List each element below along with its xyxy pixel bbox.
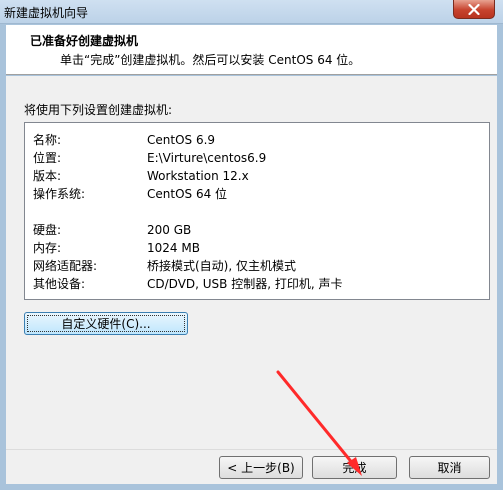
- wizard-header: 已准备好创建虚拟机 单击“完成”创建虚拟机。然后可以安装 CentOS 64 位…: [6, 25, 497, 75]
- setting-row-memory: 内存: 1024 MB: [33, 239, 483, 257]
- setting-label: 位置:: [33, 151, 62, 165]
- setting-value: CentOS 64 位: [147, 187, 228, 201]
- customize-hardware-button[interactable]: 自定义硬件(C)...: [24, 312, 188, 335]
- setting-label: 版本:: [33, 169, 62, 183]
- settings-summary: 名称: CentOS 6.9 位置: E:\Virture\centos6.9 …: [24, 122, 490, 300]
- setting-value: E:\Virture\centos6.9: [147, 151, 267, 165]
- setting-value: 1024 MB: [147, 241, 200, 255]
- page-title: 已准备好创建虚拟机: [30, 34, 139, 48]
- cancel-button[interactable]: 取消: [409, 456, 490, 479]
- wizard-footer: < 上一步(B) 完成 取消: [6, 449, 497, 484]
- setting-row-version: 版本: Workstation 12.x: [33, 167, 483, 185]
- setting-label: 内存:: [33, 241, 62, 255]
- close-icon: [468, 3, 480, 15]
- setting-row-name: 名称: CentOS 6.9: [33, 131, 483, 149]
- setting-row-location: 位置: E:\Virture\centos6.9: [33, 149, 483, 167]
- finish-label: 完成: [342, 461, 367, 475]
- setting-label: 网络适配器:: [33, 259, 98, 273]
- setting-value: 桥接模式(自动), 仅主机模式: [147, 259, 296, 273]
- setting-row-os: 操作系统: CentOS 64 位: [33, 185, 483, 203]
- title-bar: 新建虚拟机向导: [0, 0, 503, 24]
- setting-label: 硬盘:: [33, 223, 62, 237]
- page-subtitle: 单击“完成”创建虚拟机。然后可以安装 CentOS 64 位。: [60, 53, 361, 67]
- setting-value: 200 GB: [147, 223, 192, 237]
- cancel-label: 取消: [437, 461, 462, 475]
- setting-label: 名称:: [33, 133, 62, 147]
- finish-button[interactable]: 完成: [312, 456, 397, 479]
- back-label: < 上一步(B): [227, 461, 295, 475]
- setting-label: 操作系统:: [33, 187, 86, 201]
- setting-label: 其他设备:: [33, 277, 86, 291]
- setting-row-devices: 其他设备: CD/DVD, USB 控制器, 打印机, 声卡: [33, 275, 483, 293]
- setting-value: CentOS 6.9: [147, 133, 216, 147]
- back-button[interactable]: < 上一步(B): [219, 456, 303, 479]
- focus-ring: [27, 315, 185, 332]
- setting-row-disk: 硬盘: 200 GB: [33, 221, 483, 239]
- wizard-content: 将使用下列设置创建虚拟机: 名称: CentOS 6.9 位置: E:\Virt…: [6, 76, 497, 449]
- setting-value: CD/DVD, USB 控制器, 打印机, 声卡: [147, 277, 343, 291]
- window-title: 新建虚拟机向导: [4, 6, 89, 20]
- close-button[interactable]: [453, 0, 495, 19]
- intro-text: 将使用下列设置创建虚拟机:: [24, 103, 173, 117]
- setting-value: Workstation 12.x: [147, 169, 249, 183]
- setting-row-network: 网络适配器: 桥接模式(自动), 仅主机模式: [33, 257, 483, 275]
